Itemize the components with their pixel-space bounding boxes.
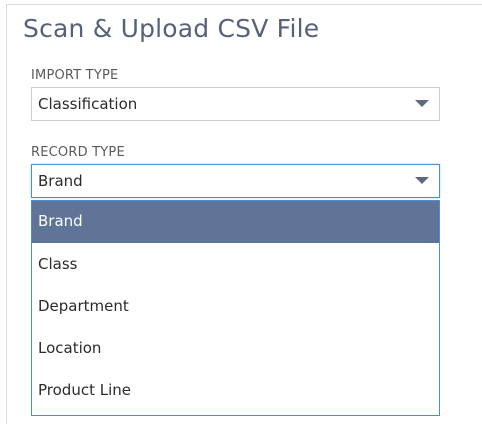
- dropdown-option-department[interactable]: Department: [32, 286, 439, 328]
- dropdown-option-brand[interactable]: Brand: [32, 201, 439, 243]
- dropdown-option-location[interactable]: Location: [32, 328, 439, 370]
- page: Scan & Upload CSV File IMPORT TYPE Class…: [0, 0, 482, 424]
- dropdown-option-class[interactable]: Class: [32, 244, 439, 286]
- triangle-down-icon: [415, 100, 429, 107]
- record-type-select[interactable]: Brand: [31, 164, 440, 198]
- record-type-label: RECORD TYPE: [31, 145, 125, 160]
- dropdown-option-label: Class: [38, 255, 78, 273]
- triangle-down-icon: [415, 177, 429, 184]
- import-type-label: IMPORT TYPE: [31, 68, 119, 83]
- record-type-value: Brand: [38, 172, 83, 190]
- dropdown-option-product-line[interactable]: Product Line: [32, 370, 439, 412]
- dropdown-option-label: Department: [38, 297, 129, 315]
- import-type-select[interactable]: Classification: [31, 87, 440, 121]
- dropdown-option-label: Location: [38, 339, 102, 357]
- dropdown-option-label: Brand: [38, 212, 83, 230]
- page-title: Scan & Upload CSV File: [23, 14, 320, 43]
- dropdown-option-label: Product Line: [38, 381, 131, 399]
- import-type-value: Classification: [38, 95, 138, 113]
- record-type-dropdown-list: Brand Class Department Location Product …: [31, 200, 440, 416]
